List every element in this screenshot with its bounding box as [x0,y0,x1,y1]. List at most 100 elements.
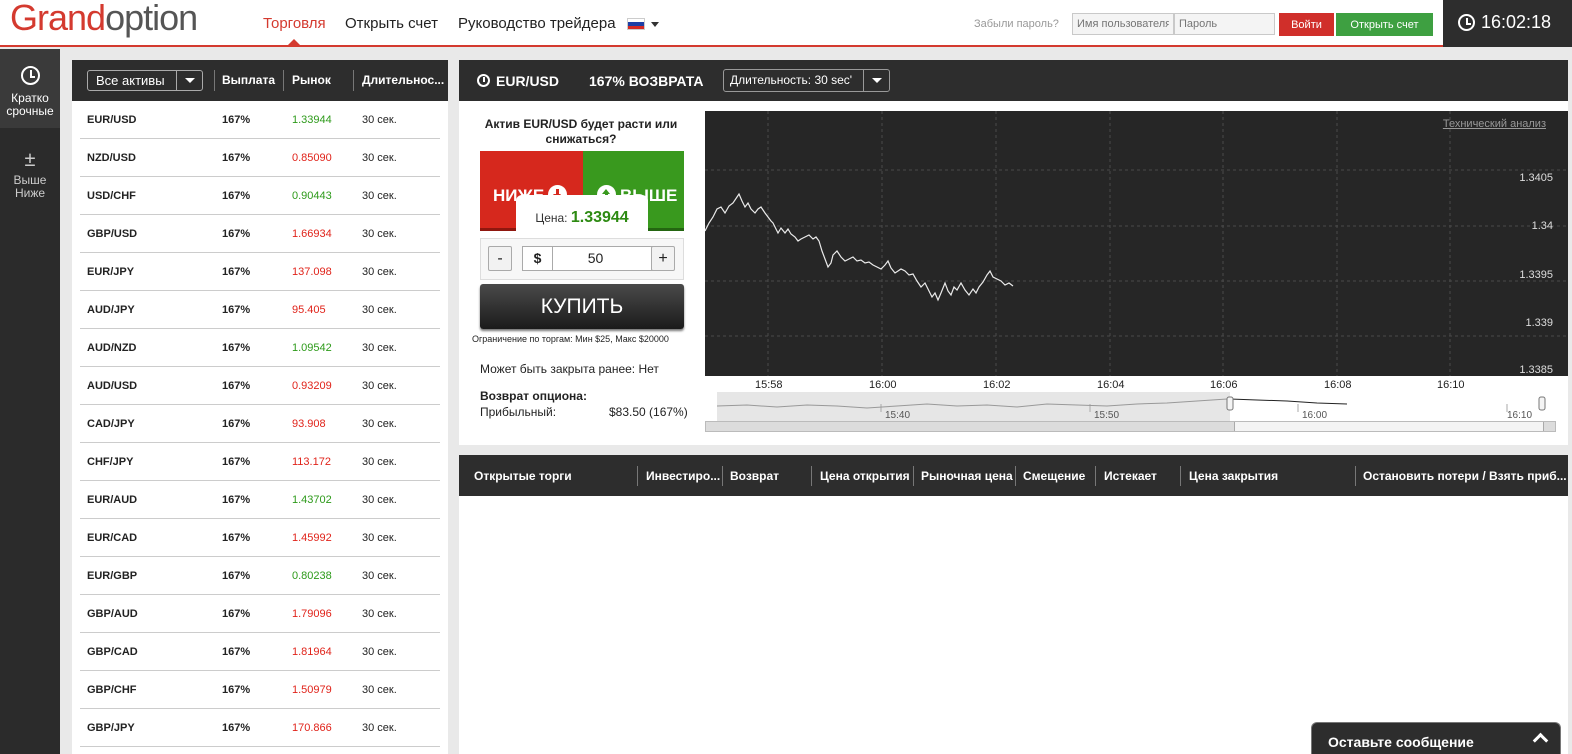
asset-row[interactable]: CHF/JPY 167% 113.172 30 сек. [72,443,448,481]
asset-name: GBP/CAD [87,646,138,658]
buy-button[interactable]: КУПИТЬ [480,284,684,329]
logo[interactable]: Grandoption [10,0,198,40]
asset-payout: 167% [222,114,251,126]
asset-row[interactable]: EUR/CAD 167% 1.45992 30 сек. [72,519,448,557]
y-tick: 1.3385 [1519,364,1553,376]
column-market[interactable]: Рынок [292,73,331,87]
column-payout[interactable]: Выплата [222,73,275,87]
asset-payout: 167% [222,418,251,430]
asset-row[interactable]: GBP/CHF 167% 1.50979 30 сек. [72,671,448,709]
column-invested[interactable]: Инвестиро... [646,469,720,483]
asset-payout: 167% [222,266,251,278]
asset-row[interactable]: NZD/USD 167% 0.85090 30 сек. [72,139,448,177]
asset-row[interactable]: GBP/JPY 167% 170.866 30 сек. [72,709,448,747]
column-stop-loss-take-profit[interactable]: Остановить потери / Взять приб... [1363,469,1567,483]
password-input[interactable] [1174,13,1275,35]
asset-duration: 30 сек. [362,722,397,734]
navigator-handle-right[interactable] [1538,396,1546,411]
username-input[interactable] [1072,13,1174,35]
clock-icon [477,74,490,87]
column-open-price[interactable]: Цена открытия [820,469,910,483]
asset-duration: 30 сек. [362,456,397,468]
column-return[interactable]: Возврат [730,469,779,483]
assets-panel: Все активы Выплата Рынок Длительнос... E… [72,60,448,754]
asset-row[interactable]: EUR/JPY 167% 137.098 30 сек. [72,253,448,291]
amount-input[interactable]: 50 [553,246,664,271]
forgot-password-link[interactable]: Забыли пароль? [974,18,1059,30]
nav-open-account[interactable]: Открыть счет [345,15,438,32]
price-chart[interactable]: 1.3405 1.34 1.3395 1.339 1.3385 Техничес… [705,111,1568,376]
y-tick: 1.3405 [1519,172,1553,184]
language-caret-icon[interactable] [651,22,659,27]
column-divider [1015,466,1016,486]
open-trades-header: Открытые торги Инвестиро... Возврат Цена… [459,455,1568,496]
column-divider [1095,466,1096,486]
login-button[interactable]: Войти [1279,13,1334,36]
asset-payout: 167% [222,494,251,506]
assets-header: Все активы Выплата Рынок Длительнос... [72,60,448,101]
sidebar-item-high-low[interactable]: ± Выше Ниже [0,150,60,212]
asset-payout: 167% [222,722,251,734]
nav-trading[interactable]: Торговля [263,15,326,32]
clock-icon [1458,14,1475,31]
chevron-down-icon[interactable] [176,71,202,90]
asset-row[interactable]: EUR/AUD 167% 1.43702 30 сек. [72,481,448,519]
nav-trader-guide[interactable]: Руководство трейдера [458,15,616,32]
russian-flag-icon[interactable] [627,18,645,30]
asset-payout: 167% [222,342,251,354]
early-close-info: Может быть закрыта ранее: Нет [480,362,659,376]
decrease-amount-button[interactable]: - [488,246,512,271]
open-account-button[interactable]: Открыть счет [1336,13,1433,36]
asset-payout: 167% [222,608,251,620]
asset-row[interactable]: GBP/CAD 167% 1.81964 30 сек. [72,633,448,671]
asset-payout: 167% [222,532,251,544]
asset-name: NZD/USD [87,152,136,164]
asset-market-price: 0.80238 [292,570,332,582]
asset-row[interactable]: CAD/JPY 167% 93.908 30 сек. [72,405,448,443]
price-label: Цена: [535,211,568,225]
sidebar-item-short-term[interactable]: Кратко срочные [0,49,60,128]
technical-analysis-link[interactable]: Технический анализ [1443,118,1546,130]
increase-amount-button[interactable]: + [651,246,675,271]
asset-row[interactable]: GBP/USD 167% 1.66934 30 сек. [72,215,448,253]
column-market-price[interactable]: Рыночная цена [921,469,1013,483]
y-axis: 1.3405 1.34 1.3395 1.339 1.3385 [1519,172,1553,376]
asset-duration: 30 сек. [362,494,397,506]
chat-widget[interactable]: Оставьте сообщение [1311,722,1561,754]
duration-select[interactable]: Длительность: 30 sec' [723,69,890,92]
asset-row[interactable]: EUR/GBP 167% 0.80238 30 сек. [72,557,448,595]
asset-name: GBP/JPY [87,722,135,734]
column-offset[interactable]: Смещение [1023,469,1085,483]
trade-limit: Ограничение по торгам: Мин $25, Макс $20… [472,334,669,344]
asset-row[interactable]: GBP/AUD 167% 1.79096 30 сек. [72,595,448,633]
column-close-price[interactable]: Цена закрытия [1189,469,1278,483]
asset-market-price: 1.50979 [292,684,332,696]
chevron-down-icon[interactable] [863,70,889,91]
asset-market-price: 1.45992 [292,532,332,544]
column-expires[interactable]: Истекает [1104,469,1157,483]
asset-row[interactable]: USD/CHF 167% 0.90443 30 сек. [72,177,448,215]
column-duration[interactable]: Длительнос... [362,73,444,87]
asset-row[interactable]: EUR/USD 167% 1.33944 30 сек. [72,101,448,139]
scrollbar-thumb[interactable] [1234,422,1544,431]
chevron-up-icon[interactable] [1532,732,1549,749]
asset-market-price: 1.09542 [292,342,332,354]
price-chart-svg[interactable]: 1.3405 1.34 1.3395 1.339 1.3385 [705,111,1568,376]
asset-duration: 30 сек. [362,684,397,696]
column-open-trades[interactable]: Открытые торги [474,469,572,483]
asset-name: EUR/GBP [87,570,138,582]
asset-filter-select[interactable]: Все активы [87,70,203,91]
asset-name: CHF/JPY [87,456,134,468]
x-tick: 16:08 [1324,379,1352,391]
asset-payout: 167% [222,456,251,468]
chart-scrollbar[interactable] [705,421,1556,432]
navigator-handle-left[interactable] [1226,396,1234,411]
column-divider [1355,466,1356,486]
current-price: Цена: 1.33944 [516,195,648,235]
navigator-tick: 15:50 [1094,410,1119,421]
asset-row[interactable]: AUD/JPY 167% 95.405 30 сек. [72,291,448,329]
asset-row[interactable]: AUD/NZD 167% 1.09542 30 сек. [72,329,448,367]
asset-row[interactable]: AUD/USD 167% 0.93209 30 сек. [72,367,448,405]
asset-market-price: 137.098 [292,266,332,278]
chart-navigator[interactable]: 15:40 15:50 16:00 16:10 [717,392,1555,421]
